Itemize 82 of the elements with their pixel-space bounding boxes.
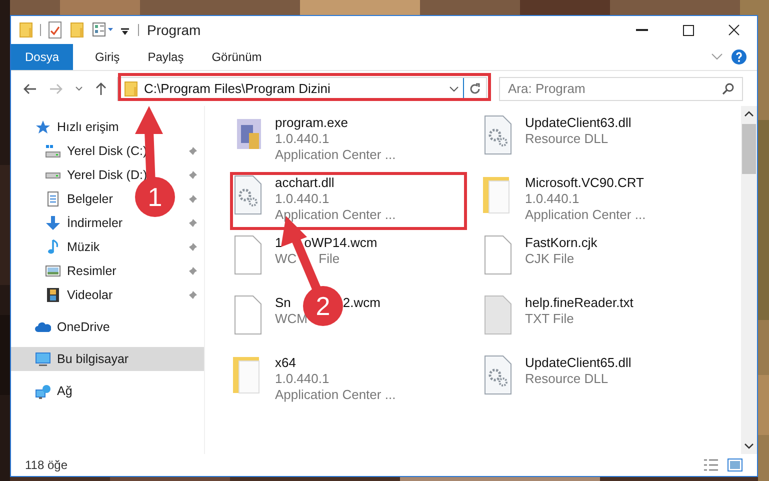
close-icon xyxy=(728,24,740,36)
file-name[interactable]: x64 xyxy=(275,355,296,371)
network-icon xyxy=(35,384,51,398)
sidebar-item[interactable]: Videolar xyxy=(67,286,113,304)
file-name[interactable]: UpdateClient63.dll xyxy=(525,115,632,131)
pin-icon[interactable] xyxy=(187,194,198,204)
up-arrow-icon[interactable] xyxy=(95,82,107,96)
large-icons-view-icon[interactable] xyxy=(727,458,743,472)
computer-icon xyxy=(35,352,51,366)
sidebar-item[interactable]: Hızlı erişim xyxy=(11,115,204,139)
star-icon xyxy=(35,120,51,134)
pin-icon[interactable] xyxy=(187,290,198,300)
file-detail: 1.0.440.1 xyxy=(275,131,330,147)
pin-icon[interactable] xyxy=(187,218,198,228)
ribbon-tab[interactable]: Görünüm xyxy=(198,44,276,70)
address-bar[interactable]: C:\Program Files\Program Dizini xyxy=(117,76,487,100)
forward-arrow-icon[interactable] xyxy=(49,82,63,94)
sidebar-item[interactable]: OneDrive xyxy=(11,315,204,339)
chevron-down-icon[interactable] xyxy=(75,86,83,92)
back-arrow-icon[interactable] xyxy=(23,82,37,94)
pin-icon[interactable] xyxy=(187,170,198,180)
file-detail: TXT File xyxy=(525,311,574,327)
scroll-up-icon[interactable] xyxy=(744,110,754,118)
file-name[interactable]: 2.wcm xyxy=(342,295,380,311)
help-icon[interactable] xyxy=(731,49,747,65)
item-count: 118 öğe xyxy=(25,457,68,474)
ribbon-tab[interactable]: Paylaş xyxy=(134,44,198,70)
file-detail: 1.0.440.1 xyxy=(275,191,330,207)
file-name[interactable]: help.fineReader.txt xyxy=(525,295,634,311)
sidebar-item[interactable]: Resimler xyxy=(67,262,116,280)
sidebar-item[interactable]: Belgeler xyxy=(67,190,113,208)
checklist-icon[interactable] xyxy=(48,21,62,39)
file-name[interactable]: oWP14.wcm xyxy=(304,235,378,251)
folder-icon[interactable] xyxy=(70,21,84,39)
picture-icon xyxy=(45,265,61,277)
window-title: Program xyxy=(147,20,201,40)
file-detail: WC xyxy=(275,251,297,267)
minimize-icon xyxy=(636,29,648,31)
search-field[interactable]: Ara: Program xyxy=(499,76,743,100)
file-name[interactable]: acchart.dll xyxy=(275,175,334,191)
scrollbar-thumb[interactable] xyxy=(742,124,756,174)
down-arrow-icon xyxy=(45,215,61,231)
file-name[interactable]: FastKorn.cjk xyxy=(525,235,598,251)
details-view-icon[interactable] xyxy=(703,458,719,472)
file-detail: File xyxy=(318,251,340,267)
file-detail: Resource DLL xyxy=(525,131,608,147)
search-icon[interactable] xyxy=(722,82,734,94)
music-note-icon xyxy=(47,239,59,255)
chevron-down-icon[interactable] xyxy=(449,86,459,92)
properties-icon[interactable] xyxy=(92,22,114,38)
file-name[interactable]: Sn xyxy=(275,295,291,311)
document-icon xyxy=(47,191,59,207)
folder-icon xyxy=(124,80,138,98)
file-name[interactable]: UpdateClient65.dll xyxy=(525,355,632,371)
drive-icon xyxy=(45,172,61,178)
file-detail: Application Center ... xyxy=(275,147,396,163)
file-name[interactable]: program.exe xyxy=(275,115,348,131)
file-name[interactable]: 1 xyxy=(275,235,282,251)
folder-icon[interactable] xyxy=(19,21,33,39)
pin-icon[interactable] xyxy=(187,242,198,252)
file-detail: 1.0.440.1 xyxy=(275,371,330,387)
scroll-down-icon[interactable] xyxy=(744,442,754,450)
sidebar-item[interactable]: Ağ xyxy=(11,379,204,403)
cloud-icon xyxy=(35,322,51,332)
file-name[interactable]: Microsoft.VC90.CRT xyxy=(525,175,644,191)
ribbon-tab[interactable]: Dosya xyxy=(11,44,74,70)
drive-icon xyxy=(45,144,61,158)
file-detail: 1.0.440.1 xyxy=(525,191,580,207)
file-detail: Application Center ... xyxy=(275,207,396,223)
file-detail: CJK File xyxy=(525,251,574,267)
pin-icon[interactable] xyxy=(187,146,198,156)
sidebar-item[interactable]: Müzik xyxy=(67,238,100,256)
sidebar-item[interactable]: Bu bilgisayar xyxy=(11,347,204,371)
pin-icon[interactable] xyxy=(187,266,198,276)
file-detail: Resource DLL xyxy=(525,371,608,387)
film-icon xyxy=(47,288,59,302)
file-detail: Application Center ... xyxy=(525,207,646,223)
file-detail: Application Center ... xyxy=(275,387,396,403)
ribbon-tab[interactable]: Giriş xyxy=(81,44,134,70)
maximize-icon xyxy=(682,24,694,36)
refresh-icon xyxy=(469,82,481,94)
sidebar-item[interactable]: İndirmeler xyxy=(67,214,123,232)
